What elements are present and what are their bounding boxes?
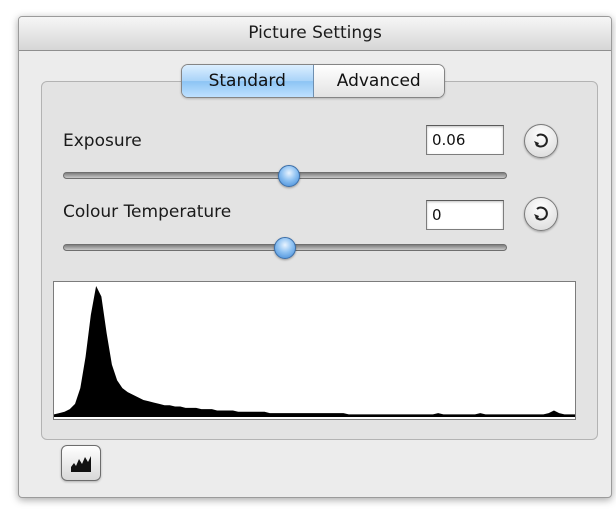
reset-arrow-icon — [534, 133, 548, 148]
histogram-toggle-button[interactable] — [61, 445, 101, 481]
colour-temperature-reset-button[interactable] — [524, 197, 558, 231]
picture-settings-panel: Picture Settings Standard Advanced Expos… — [18, 16, 612, 498]
tab-advanced[interactable]: Advanced — [313, 65, 444, 97]
window-title: Picture Settings — [248, 23, 382, 43]
histogram-icon — [71, 456, 91, 472]
colour-temperature-label: Colour Temperature — [63, 202, 232, 222]
reset-arrow-icon — [534, 206, 548, 221]
tab-standard[interactable]: Standard — [182, 65, 314, 97]
exposure-reset-button[interactable] — [524, 124, 558, 158]
histogram-graph — [54, 286, 575, 417]
exposure-value-field[interactable]: 0.06 — [426, 125, 504, 155]
colour-temperature-value-field[interactable]: 0 — [426, 200, 504, 230]
mode-segmented-control: Standard Advanced — [181, 64, 445, 98]
colour-temperature-slider-knob[interactable] — [274, 237, 296, 259]
exposure-label: Exposure — [63, 131, 142, 151]
title-bar[interactable]: Picture Settings — [19, 17, 611, 51]
histogram-area — [54, 286, 575, 417]
histogram-display — [53, 281, 576, 420]
